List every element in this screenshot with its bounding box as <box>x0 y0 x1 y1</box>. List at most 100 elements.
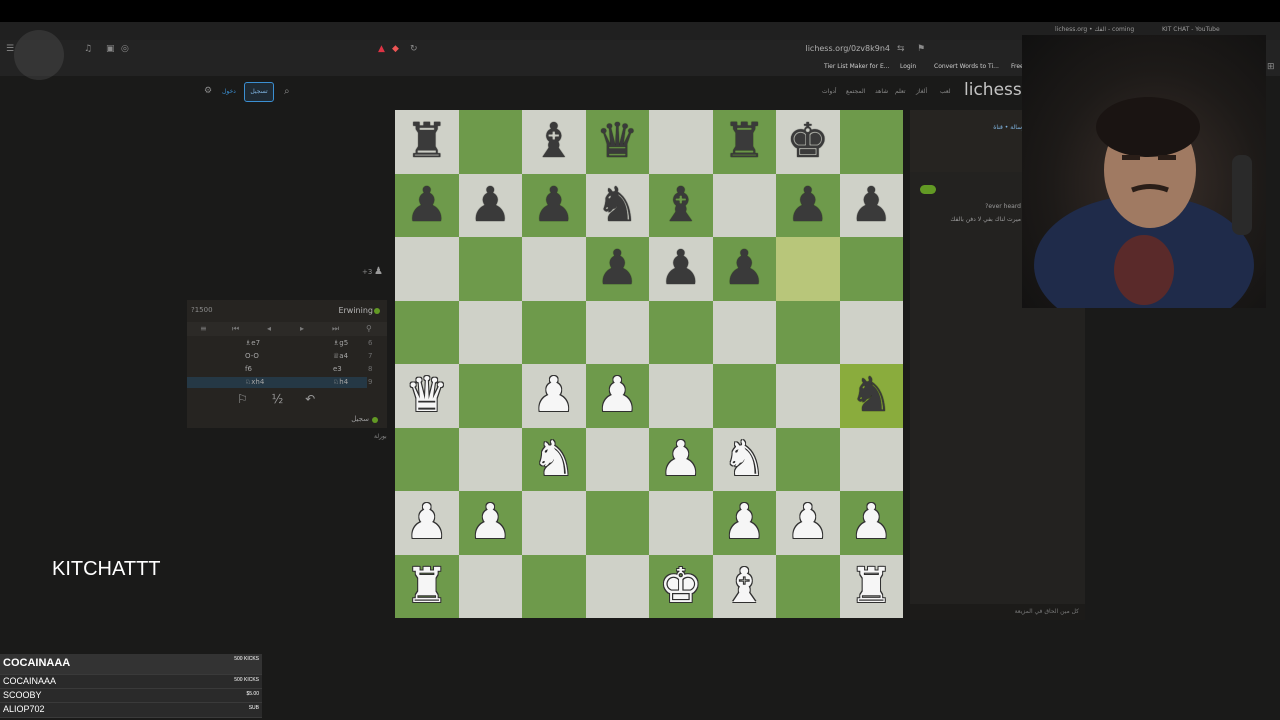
chat-channel[interactable]: رسالة • قناة <box>993 124 1025 131</box>
square-d1[interactable] <box>585 554 649 618</box>
resign-flag-icon[interactable]: ⚐ <box>237 392 248 406</box>
square-f4[interactable] <box>712 364 776 428</box>
move-white[interactable]: ♕a4 <box>333 352 348 360</box>
white-pawn-icon[interactable]: ♟ <box>713 491 777 555</box>
square-g1[interactable] <box>776 554 840 618</box>
square-b8[interactable] <box>458 110 522 174</box>
move-black[interactable]: ♘xh4 <box>245 378 264 386</box>
square-h8[interactable] <box>839 110 903 174</box>
black-pawn-icon[interactable]: ♟ <box>586 237 650 301</box>
last-move-icon[interactable]: ⏭ <box>332 324 339 334</box>
square-h6[interactable] <box>839 237 903 301</box>
white-bishop-icon[interactable]: ♝ <box>713 555 777 619</box>
analysis-icon[interactable]: ⚲ <box>366 324 372 333</box>
opponent-name[interactable]: Erwining <box>338 306 373 315</box>
prev-move-icon[interactable]: ◂ <box>267 324 271 333</box>
square-d5[interactable] <box>585 300 649 364</box>
menu-icon[interactable]: ≡ <box>200 324 207 333</box>
square-a5[interactable] <box>395 300 459 364</box>
black-rook-icon[interactable]: ♜ <box>713 110 777 174</box>
tab-youtube[interactable]: KIT CHAT - YouTube <box>1162 26 1220 33</box>
square-h3[interactable] <box>839 427 903 491</box>
gear-icon[interactable]: ⚙ <box>204 86 212 96</box>
square-b4[interactable] <box>458 364 522 428</box>
black-pawn-icon[interactable]: ♟ <box>840 174 904 238</box>
nav-watch[interactable]: شاهد <box>875 88 888 95</box>
white-knight-icon[interactable]: ♞ <box>522 428 586 492</box>
draw-offer-button[interactable]: ½ <box>272 392 284 406</box>
square-c6[interactable] <box>522 237 586 301</box>
white-pawn-icon[interactable]: ♟ <box>395 491 459 555</box>
black-bishop-icon[interactable]: ♝ <box>649 174 713 238</box>
nav-tools[interactable]: أدوات <box>822 88 837 95</box>
move-white[interactable]: ♗g5 <box>333 339 348 347</box>
square-f5[interactable] <box>712 300 776 364</box>
player-name[interactable]: سجيل <box>351 415 369 423</box>
white-pawn-icon[interactable]: ♟ <box>522 364 586 428</box>
move-white[interactable]: ♘h4 <box>333 378 348 386</box>
square-h5[interactable] <box>839 300 903 364</box>
move-black[interactable]: ♗e7 <box>245 339 260 347</box>
black-queen-icon[interactable]: ♛ <box>586 110 650 174</box>
white-pawn-icon[interactable]: ♟ <box>459 491 523 555</box>
white-pawn-icon[interactable]: ♟ <box>776 491 840 555</box>
black-pawn-icon[interactable]: ♟ <box>459 174 523 238</box>
white-pawn-icon[interactable]: ♟ <box>586 364 650 428</box>
square-d3[interactable] <box>585 427 649 491</box>
next-move-icon[interactable]: ▸ <box>300 324 304 333</box>
bookmark-convert[interactable]: Convert Words to Ti... <box>934 63 999 70</box>
extension-icon[interactable]: ◎ <box>121 44 129 54</box>
white-queen-icon[interactable]: ♛ <box>395 364 459 428</box>
square-g6[interactable] <box>776 237 840 301</box>
black-pawn-icon[interactable]: ♟ <box>713 237 777 301</box>
music-icon[interactable]: ♫ <box>84 44 92 54</box>
black-knight-icon[interactable]: ♞ <box>586 174 650 238</box>
square-g4[interactable] <box>776 364 840 428</box>
square-b6[interactable] <box>458 237 522 301</box>
move-black[interactable]: f6 <box>245 365 252 373</box>
first-move-icon[interactable]: ⏮ <box>232 324 239 334</box>
nav-community[interactable]: المجتمع <box>846 88 865 95</box>
signin-button[interactable]: تسجيل <box>244 82 274 102</box>
square-b5[interactable] <box>458 300 522 364</box>
bookmark-login[interactable]: Login <box>900 63 916 70</box>
white-rook-icon[interactable]: ♜ <box>840 555 904 619</box>
square-g3[interactable] <box>776 427 840 491</box>
black-pawn-icon[interactable]: ♟ <box>776 174 840 238</box>
white-knight-icon[interactable]: ♞ <box>713 428 777 492</box>
register-link[interactable]: دخول <box>222 88 236 95</box>
black-bishop-icon[interactable]: ♝ <box>522 110 586 174</box>
white-king-icon[interactable]: ♚ <box>649 555 713 619</box>
black-pawn-icon[interactable]: ♟ <box>395 174 459 238</box>
nav-puzzles[interactable]: ألغاز <box>916 88 927 95</box>
square-a3[interactable] <box>395 427 459 491</box>
square-e4[interactable] <box>649 364 713 428</box>
bookmark-tierlist[interactable]: Tier List Maker for E... <box>824 63 889 70</box>
black-pawn-icon[interactable]: ♟ <box>522 174 586 238</box>
square-f7[interactable] <box>712 173 776 237</box>
tab-lichess[interactable]: lichess.org • الفك - coming <box>1055 26 1134 33</box>
square-e5[interactable] <box>649 300 713 364</box>
black-pawn-icon[interactable]: ♟ <box>649 237 713 301</box>
chat-toggle[interactable] <box>920 185 936 194</box>
address-bar[interactable]: lichess.org/0zv8k9n4 <box>370 42 930 58</box>
square-a6[interactable] <box>395 237 459 301</box>
square-c5[interactable] <box>522 300 586 364</box>
move-white[interactable]: e3 <box>333 365 342 373</box>
screenshot-icon[interactable]: ▣ <box>106 44 115 54</box>
chess-board[interactable]: ♜ ♝ ♛ ♜ ♚ ♟ ♟ ♟ ♞ ♝ ♟ ♟ ♟ ♟ ♟ ♛ ♟ ♟ ♞ ♞ ♟ ♞ ♟ ♟ ♟ ♟ ♟ ♜ ♚ ♝ ♜ <box>395 110 903 618</box>
square-c2[interactable] <box>522 491 586 555</box>
white-rook-icon[interactable]: ♜ <box>395 555 459 619</box>
extensions-grid-icon[interactable]: ⊞ <box>1267 62 1275 72</box>
square-d2[interactable] <box>585 491 649 555</box>
square-g5[interactable] <box>776 300 840 364</box>
nav-play[interactable]: لعب <box>940 88 951 95</box>
nav-learn[interactable]: تعلم <box>895 88 906 95</box>
menu-icon[interactable]: ☰ <box>6 44 14 54</box>
square-b1[interactable] <box>458 554 522 618</box>
search-icon[interactable]: ⌕ <box>284 86 290 97</box>
square-b3[interactable] <box>458 427 522 491</box>
black-king-icon[interactable]: ♚ <box>776 110 840 174</box>
move-black[interactable]: O-O <box>245 352 259 360</box>
square-e8[interactable] <box>649 110 713 174</box>
